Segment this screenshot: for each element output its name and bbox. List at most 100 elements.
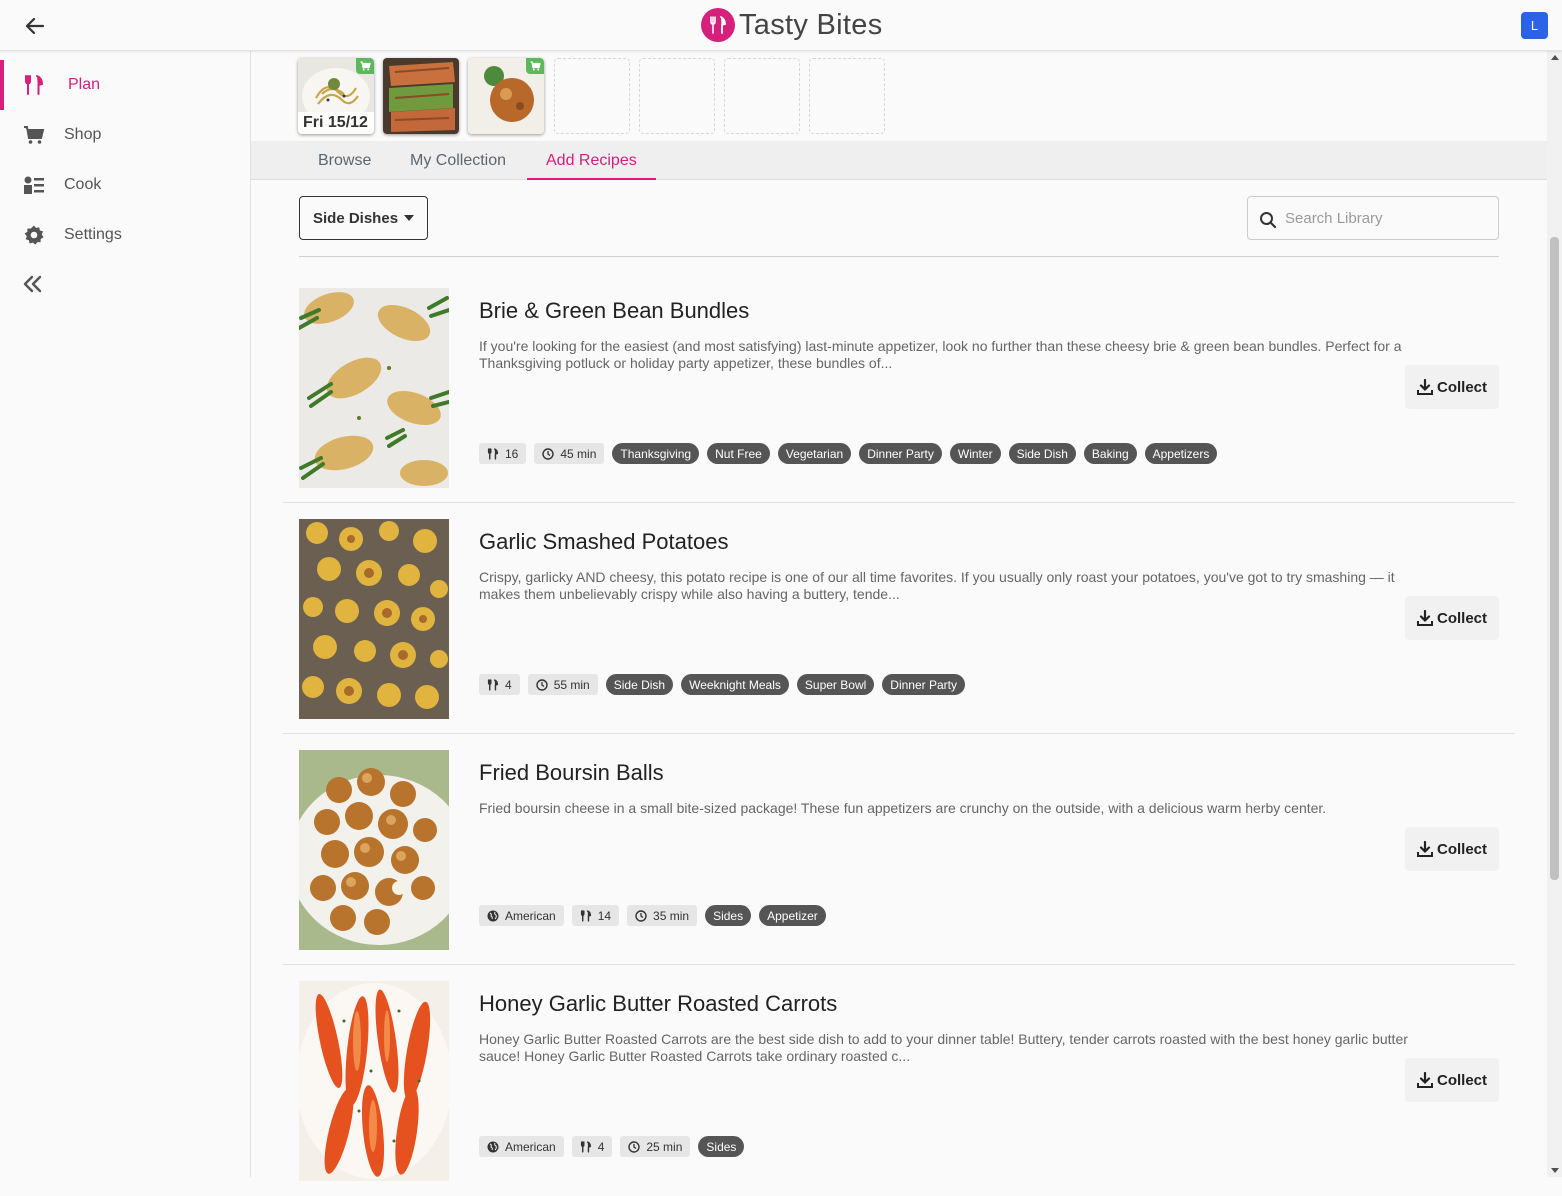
tag-chip[interactable]: Vegetarian [777, 443, 852, 464]
recipe-card: Fried Boursin Balls Fried boursin cheese… [283, 734, 1515, 965]
time-chip: 55 min [527, 674, 598, 695]
tag-chip[interactable]: Side Dish [605, 674, 674, 695]
recipe-title[interactable]: Fried Boursin Balls [479, 760, 664, 786]
plan-slot[interactable] [468, 58, 544, 134]
recipe-description: Crispy, garlicky AND cheesy, this potato… [479, 569, 1395, 602]
arrow-left-icon [26, 18, 44, 34]
time-chip: 25 min [620, 1136, 691, 1157]
recipe-image[interactable] [299, 981, 449, 1181]
clock-icon [535, 678, 548, 691]
plan-slot-empty[interactable] [809, 58, 885, 134]
plan-slot-empty[interactable] [554, 58, 630, 134]
tag-chip[interactable]: Thanksgiving [612, 443, 700, 464]
recipe-description: If you're looking for the easiest (and m… [479, 338, 1402, 371]
sidebar-item-label: Settings [64, 226, 122, 243]
sidebar-item-cook[interactable]: Cook [0, 160, 250, 210]
time-value: 25 min [646, 1139, 683, 1154]
recipe-card: Brie & Green Bean Bundles If you're look… [283, 272, 1515, 503]
sidebar-item-shop[interactable]: Shop [0, 110, 250, 160]
tag-chip[interactable]: Baking [1083, 443, 1137, 464]
tab-my-collection[interactable]: My Collection [391, 141, 525, 180]
servings-value: 16 [505, 446, 519, 461]
download-icon [1416, 841, 1433, 857]
sidebar: Plan Shop Cook Settings [0, 51, 251, 1177]
download-icon [1416, 379, 1433, 395]
collapse-sidebar-button[interactable] [22, 273, 46, 297]
servings-chip: 4 [479, 674, 520, 695]
plan-slot[interactable]: Fri 15/12 [298, 58, 374, 134]
tag-row: American 4 25 min Sides [479, 1136, 745, 1157]
tag-chip[interactable]: Winter [949, 443, 1001, 464]
scroll-down-arrow-icon[interactable] [1551, 1168, 1559, 1173]
search-icon [1260, 212, 1277, 229]
globe-icon [487, 1141, 499, 1152]
collect-button[interactable]: Collect [1405, 365, 1499, 409]
recipe-tabs: Browse My Collection Add Recipes [251, 141, 1547, 180]
plan-slot-empty[interactable] [724, 58, 800, 134]
double-chevron-left-icon [23, 275, 42, 293]
plan-date-label: Fri 15/12 [298, 112, 374, 134]
globe-icon [487, 910, 499, 921]
cart-icon [360, 61, 371, 71]
recipe-title[interactable]: Garlic Smashed Potatoes [479, 529, 728, 555]
app-title: Tasty Bites [739, 8, 883, 41]
tag-chip[interactable]: Appetizers [1144, 443, 1218, 464]
servings-value: 4 [505, 677, 512, 692]
servings-chip: 14 [571, 905, 620, 926]
tag-chip[interactable]: Appetizer [759, 905, 826, 926]
collect-button[interactable]: Collect [1405, 827, 1499, 871]
cuisine-value: American [505, 1139, 556, 1154]
tab-add-recipes[interactable]: Add Recipes [527, 141, 656, 180]
user-avatar[interactable]: L [1521, 12, 1548, 39]
clock-icon [635, 909, 647, 922]
tag-chip[interactable]: Dinner Party [882, 674, 965, 695]
tag-row: American 14 35 min Sides Appetizer [479, 905, 826, 926]
tag-chip[interactable]: Side Dish [1008, 443, 1076, 464]
tag-chip[interactable]: Super Bowl [796, 674, 875, 695]
app-header: Tasty Bites L [0, 0, 1562, 51]
tag-row: 16 45 min Thanksgiving Nut Free Vegetari… [479, 443, 1218, 464]
scroll-up-arrow-icon[interactable] [1551, 55, 1559, 60]
recipe-description: Fried boursin cheese in a small bite-siz… [479, 800, 1327, 816]
sidebar-item-label: Plan [68, 76, 101, 93]
tag-chip[interactable]: Sides [705, 905, 752, 926]
collect-label: Collect [1436, 840, 1487, 858]
tag-chip[interactable]: Nut Free [707, 443, 770, 464]
plan-slot[interactable] [383, 58, 459, 134]
brand[interactable]: Tasty Bites [701, 8, 883, 42]
collect-button[interactable]: Collect [1405, 596, 1499, 640]
search-input[interactable] [1285, 207, 1490, 229]
sidebar-item-plan[interactable]: Plan [0, 60, 250, 110]
recipe-image[interactable] [299, 519, 449, 719]
tab-browse[interactable]: Browse [299, 141, 390, 180]
cook-icon [22, 173, 46, 197]
collect-button[interactable]: Collect [1405, 1058, 1499, 1102]
in-cart-badge [356, 58, 374, 74]
recipe-title[interactable]: Honey Garlic Butter Roasted Carrots [479, 991, 837, 1017]
search-box [1247, 196, 1499, 240]
plan-slot-empty[interactable] [639, 58, 715, 134]
back-button[interactable] [22, 13, 48, 39]
tag-chip[interactable]: Dinner Party [859, 443, 942, 464]
servings-value: 14 [597, 908, 612, 923]
sidebar-item-settings[interactable]: Settings [0, 210, 250, 260]
cart-icon [22, 123, 46, 147]
clock-icon [542, 447, 555, 460]
recipe-image[interactable] [299, 288, 449, 488]
category-dropdown[interactable]: Side Dishes [299, 196, 428, 240]
roasted-carrots-photo [299, 981, 449, 1181]
sidebar-item-label: Cook [64, 176, 102, 193]
recipe-title[interactable]: Brie & Green Bean Bundles [479, 298, 749, 324]
in-cart-badge [526, 58, 544, 74]
time-value: 35 min [653, 908, 690, 923]
recipe-image[interactable] [299, 750, 449, 950]
scrollbar-thumb[interactable] [1550, 237, 1559, 880]
tag-row: 4 55 min Side Dish Weeknight Meals Super… [479, 674, 965, 695]
category-dropdown-value: Side Dishes [313, 209, 399, 227]
cuisine-chip: American [479, 905, 564, 926]
tag-chip[interactable]: Weeknight Meals [681, 674, 789, 695]
servings-chip: 4 [571, 1136, 613, 1157]
tag-chip[interactable]: Sides [698, 1136, 745, 1157]
collect-label: Collect [1436, 378, 1487, 396]
scrollbar[interactable] [1547, 51, 1562, 1177]
